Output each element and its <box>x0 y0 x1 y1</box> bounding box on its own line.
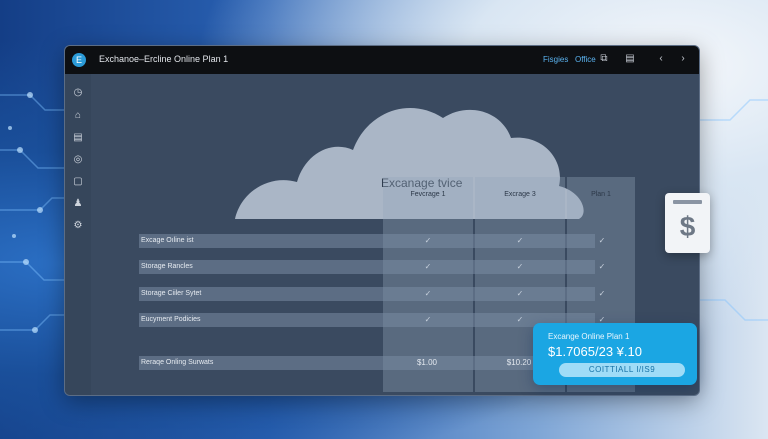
check-icon: ✓ <box>516 236 524 245</box>
plan-card-price: $1.7065/23 ¥.10 <box>548 344 642 359</box>
price-row-label: Reraqe Onling Surwats <box>141 359 214 366</box>
back-chevron-icon[interactable]: ‹ <box>655 53 667 65</box>
column-header-1: Fevcrage 1 <box>410 191 446 198</box>
globe-icon[interactable]: ◎ <box>72 154 84 166</box>
row-label: Excage Oıline ist <box>141 237 194 244</box>
column-header-2: Excrage 3 <box>504 191 536 198</box>
table-row <box>139 287 595 301</box>
layout-icon[interactable]: ▤ <box>624 53 636 65</box>
plan-summary-card: Excange Online Plan 1 $1.7065/23 ¥.10 CO… <box>533 323 697 385</box>
titlebar-link-1[interactable]: Fisgies <box>543 55 568 64</box>
plan-action-button[interactable]: COITTIALL I/IS9 <box>559 363 685 377</box>
check-icon: ✓ <box>516 315 524 324</box>
window-title: Exchanoe–Ercline Online Plan 1 <box>99 54 229 64</box>
sidebar: ◷ ⌂ ▤ ◎ ▢ ♟ ⚙ ⏻ <box>65 74 91 395</box>
row-label: Storage Ciiler Sytet <box>141 290 202 297</box>
users-icon[interactable]: ♟ <box>72 198 84 210</box>
check-icon: ✓ <box>516 289 524 298</box>
settings-icon[interactable]: ⚙ <box>72 220 84 232</box>
check-icon: ✓ <box>424 315 432 324</box>
table-row <box>139 313 595 327</box>
exchange-app-icon: E <box>72 53 86 67</box>
dollar-icon: $ <box>679 211 696 242</box>
home-icon[interactable]: ⌂ <box>72 110 84 122</box>
title-bar: E Exchanoe–Ercline Online Plan 1 Fisgies… <box>65 46 699 74</box>
billing-document-card[interactable]: $ <box>665 193 710 253</box>
row-label: Storage Rancles <box>141 263 193 270</box>
document-icon[interactable]: ▤ <box>72 132 84 144</box>
row-label: Eucyment Podicies <box>141 316 201 323</box>
popout-icon[interactable]: ⧉ <box>598 53 610 65</box>
table-row <box>139 234 595 248</box>
check-icon: ✓ <box>424 262 432 271</box>
check-icon: ✓ <box>598 236 606 245</box>
check-icon: ✓ <box>598 289 606 298</box>
table-row <box>139 260 595 274</box>
document-header-bar <box>673 200 702 204</box>
column-header-3: Plan 1 <box>591 191 611 198</box>
plan-card-title: Excange Online Plan 1 <box>548 332 630 341</box>
folder-icon[interactable]: ▢ <box>72 176 84 188</box>
check-icon: ✓ <box>424 289 432 298</box>
titlebar-link-office[interactable]: Office <box>575 55 596 64</box>
price-value-1: $1.00 <box>416 358 438 367</box>
forward-chevron-icon[interactable]: › <box>677 53 689 65</box>
check-icon: ✓ <box>598 262 606 271</box>
check-icon: ✓ <box>424 236 432 245</box>
clock-icon[interactable]: ◷ <box>72 87 84 99</box>
check-icon: ✓ <box>516 262 524 271</box>
